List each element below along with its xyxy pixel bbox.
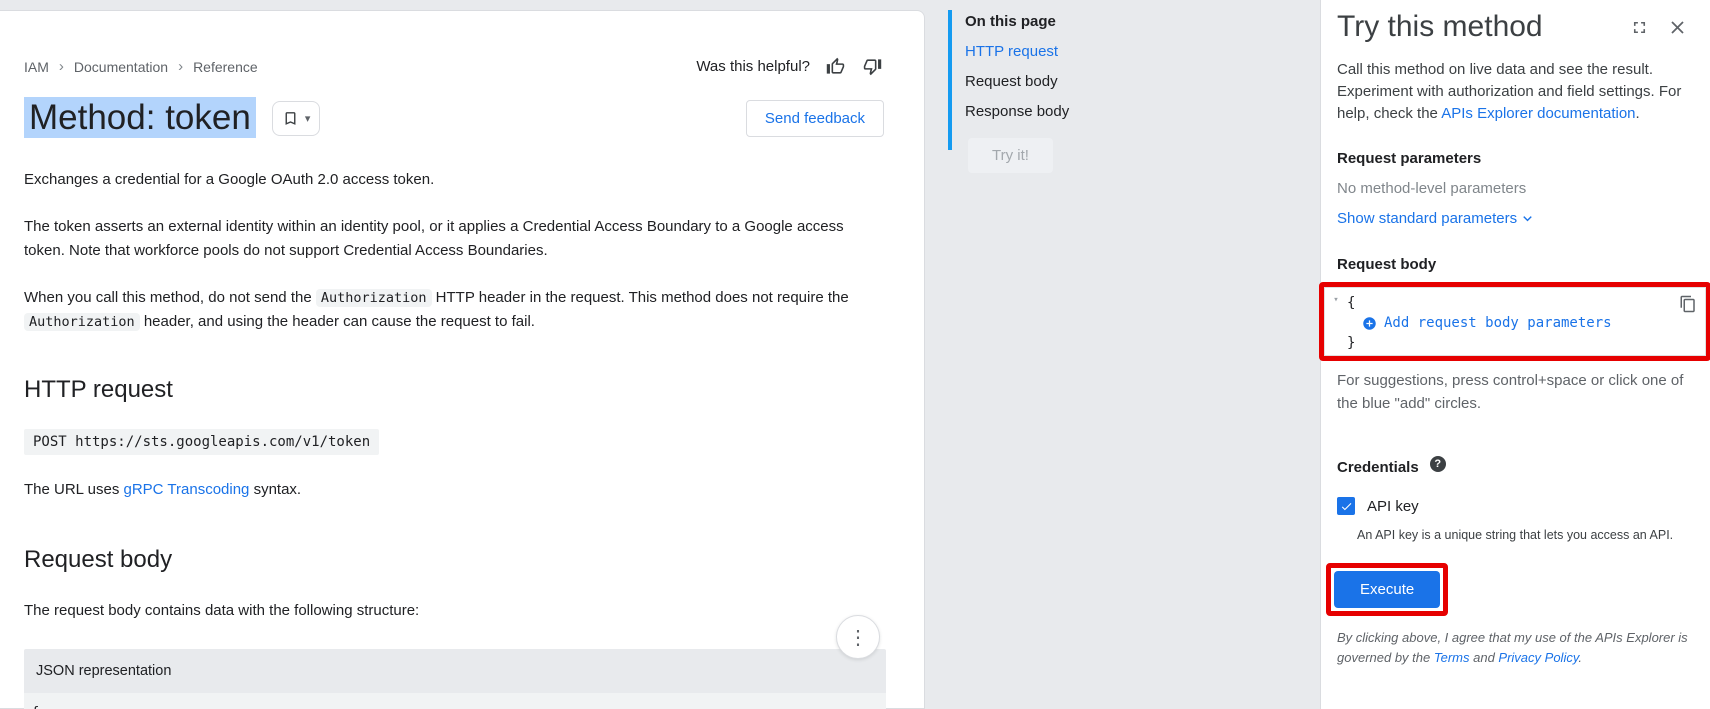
- suggestions-hint: For suggestions, press control+space or …: [1337, 369, 1690, 415]
- add-circle-icon: [1362, 316, 1377, 331]
- close-icon: [1667, 17, 1688, 38]
- json-open-brace: {: [31, 703, 886, 709]
- panel-description: Call this method on live data and see th…: [1337, 59, 1690, 125]
- show-standard-parameters-label: Show standard parameters: [1337, 210, 1517, 227]
- thumb-down-button[interactable]: [861, 55, 884, 78]
- apis-explorer-docs-link[interactable]: APIs Explorer documentation: [1441, 105, 1635, 122]
- panel-title: Try this method: [1337, 10, 1628, 44]
- send-feedback-button[interactable]: Send feedback: [746, 100, 884, 137]
- legal-text: By clicking above, I agree that my use o…: [1337, 628, 1690, 668]
- api-key-label: API key: [1367, 498, 1419, 515]
- breadcrumb-separator: ›: [59, 58, 64, 75]
- legal-text-part: .: [1578, 650, 1582, 665]
- helpful-question: Was this helpful?: [696, 58, 810, 75]
- auth-warning-text: When you call this method, do not send t…: [24, 289, 316, 306]
- panel-request-body-heading: Request body: [1337, 256, 1690, 273]
- page-title-selection: Method: token: [24, 97, 256, 138]
- grpc-transcoding-link[interactable]: gRPC Transcoding: [124, 481, 250, 498]
- help-icon[interactable]: ?: [1430, 456, 1446, 472]
- request-parameters-heading: Request parameters: [1337, 150, 1690, 167]
- annotation-box-request-body: ▾ { Add request body parameters }: [1319, 282, 1710, 361]
- breadcrumb: IAM › Documentation › Reference: [24, 58, 258, 75]
- chevron-down-icon: [1519, 210, 1536, 227]
- breadcrumb-documentation[interactable]: Documentation: [74, 59, 168, 75]
- bookmark-icon: [282, 110, 299, 127]
- title-row: Method: token ▾ Send feedback: [24, 98, 884, 138]
- toc-rail: [948, 10, 952, 150]
- fullscreen-icon: [1630, 18, 1649, 37]
- toc-heading: On this page: [965, 13, 1198, 30]
- show-standard-parameters-link[interactable]: Show standard parameters: [1337, 210, 1690, 227]
- legal-text-part: and: [1470, 650, 1499, 665]
- was-this-helpful: Was this helpful?: [696, 55, 884, 78]
- execute-button[interactable]: Execute: [1334, 571, 1440, 608]
- request-body-editor[interactable]: ▾ { Add request body parameters }: [1324, 287, 1706, 356]
- copy-button[interactable]: [1679, 295, 1697, 313]
- http-request-heading: HTTP request: [24, 376, 884, 404]
- breadcrumb-separator: ›: [178, 58, 183, 75]
- code-fold-icon[interactable]: ▾: [1333, 295, 1338, 305]
- auth-warning-paragraph: When you call this method, do not send t…: [24, 286, 867, 334]
- grpc-text: The URL uses: [24, 481, 124, 498]
- code-actions-button[interactable]: ⋮: [836, 615, 880, 659]
- editor-close-brace: }: [1347, 333, 1612, 353]
- toc-link-http-request[interactable]: HTTP request: [965, 43, 1198, 60]
- json-code: { "grantType": string, "audience": strin…: [24, 693, 886, 709]
- no-parameters-text: No method-level parameters: [1337, 180, 1690, 197]
- grpc-text: syntax.: [249, 481, 301, 498]
- article-header-row: IAM › Documentation › Reference Was this…: [24, 11, 884, 78]
- add-parameters-label: Add request body parameters: [1384, 313, 1612, 333]
- breadcrumb-reference[interactable]: Reference: [193, 59, 258, 75]
- add-request-body-parameters-link[interactable]: Add request body parameters: [1347, 313, 1612, 333]
- toc-link-response-body[interactable]: Response body: [965, 103, 1198, 120]
- privacy-policy-link[interactable]: Privacy Policy: [1498, 650, 1578, 665]
- request-body-heading: Request body: [24, 546, 884, 574]
- credentials-heading-row: Credentials ?: [1337, 459, 1690, 476]
- thumb-up-icon: [826, 57, 845, 76]
- authorization-code-chip: Authorization: [24, 313, 140, 331]
- auth-warning-text: header, and using the header can cause t…: [140, 313, 535, 330]
- try-this-method-panel: Try this method Call this method on live…: [1320, 0, 1710, 709]
- auth-warning-text: HTTP header in the request. This method …: [432, 289, 849, 306]
- toc-link-request-body[interactable]: Request body: [965, 73, 1198, 90]
- fullscreen-button[interactable]: [1628, 16, 1651, 39]
- credentials-heading: Credentials: [1337, 459, 1419, 476]
- copy-icon: [1679, 295, 1697, 313]
- close-panel-button[interactable]: [1665, 15, 1690, 40]
- check-icon: [1340, 500, 1353, 513]
- token-paragraph: The token asserts an external identity w…: [24, 215, 867, 263]
- terms-link[interactable]: Terms: [1434, 650, 1470, 665]
- api-key-description: An API key is a unique string that lets …: [1357, 528, 1690, 542]
- on-this-page-nav: On this page HTTP request Request body R…: [948, 10, 1198, 173]
- api-key-checkbox[interactable]: [1337, 497, 1355, 515]
- editor-gutter: ▾: [1325, 288, 1347, 355]
- try-it-button[interactable]: Try it!: [968, 138, 1053, 173]
- caret-down-icon: ▾: [305, 112, 311, 125]
- annotation-box-execute: Execute: [1326, 563, 1448, 616]
- intro-paragraph: Exchanges a credential for a Google OAut…: [24, 168, 867, 192]
- thumb-up-button[interactable]: [824, 55, 847, 78]
- json-representation-block: JSON representation { "grantType": strin…: [24, 649, 886, 709]
- vertical-ellipsis-icon: ⋮: [848, 625, 868, 650]
- doc-article-card: IAM › Documentation › Reference Was this…: [0, 10, 925, 709]
- thumb-down-icon: [863, 57, 882, 76]
- request-body-intro: The request body contains data with the …: [24, 599, 867, 623]
- panel-description-text: .: [1636, 105, 1640, 122]
- page: IAM › Documentation › Reference Was this…: [0, 0, 1710, 709]
- page-title: Method: token: [24, 98, 256, 138]
- authorization-code-chip: Authorization: [316, 289, 432, 307]
- grpc-paragraph: The URL uses gRPC Transcoding syntax.: [24, 478, 867, 502]
- editor-open-brace: {: [1347, 293, 1612, 313]
- panel-header: Try this method: [1337, 0, 1690, 44]
- json-representation-header: JSON representation: [24, 649, 886, 693]
- http-request-code: POST https://sts.googleapis.com/v1/token: [24, 429, 379, 455]
- api-key-row: API key: [1337, 497, 1690, 515]
- bookmark-button[interactable]: ▾: [272, 101, 321, 136]
- breadcrumb-iam[interactable]: IAM: [24, 59, 49, 75]
